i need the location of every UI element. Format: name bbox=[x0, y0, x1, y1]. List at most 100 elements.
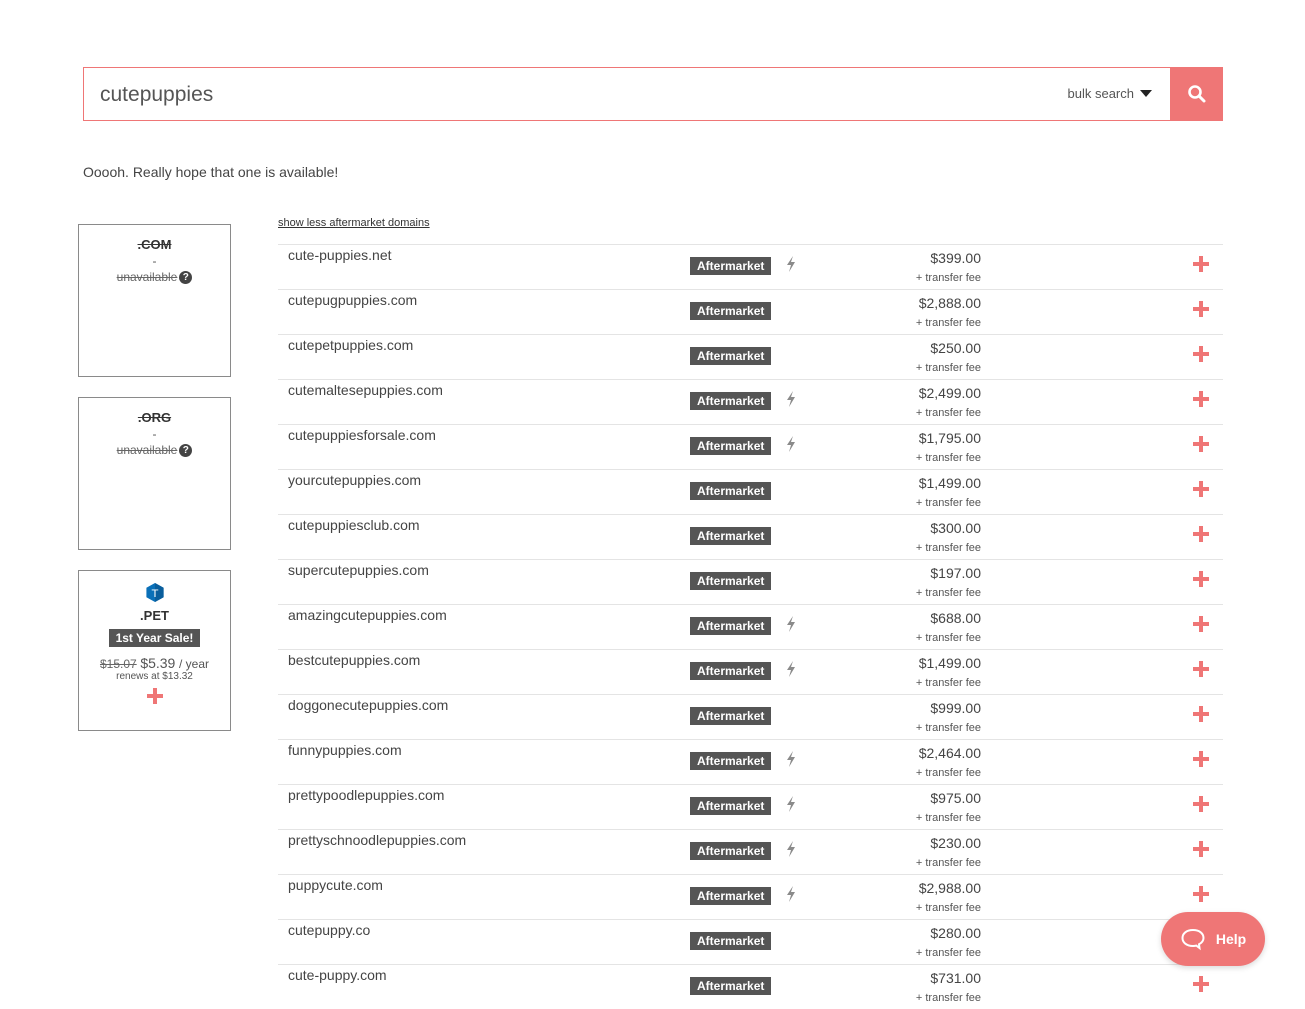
domain-name[interactable]: cutepugpuppies.com bbox=[288, 292, 417, 308]
domain-result-row: prettyschnoodlepuppies.com Aftermarket $23… bbox=[278, 829, 1223, 874]
tld-price: $15.07 $5.39 / year bbox=[79, 655, 230, 671]
domain-name[interactable]: amazingcutepuppies.com bbox=[288, 607, 447, 623]
transfer-fee-note: + transfer fee bbox=[915, 632, 981, 644]
transfer-fee-note: + transfer fee bbox=[915, 497, 981, 509]
aftermarket-badge: Aftermarket bbox=[690, 392, 772, 410]
results-list: cute-puppies.net Aftermarket $399.00 + tran… bbox=[278, 244, 1223, 1009]
search-button[interactable] bbox=[1171, 67, 1223, 121]
domain-result-row: cute-puppy.com Aftermarket $731.00 + transf… bbox=[278, 964, 1223, 1009]
domain-name[interactable]: prettyschnoodlepuppies.com bbox=[288, 832, 466, 848]
domain-result-row: cutemaltesepuppies.com Aftermarket $2,499.… bbox=[278, 379, 1223, 424]
domain-result-row: cutepuppy.co Aftermarket $280.00 + transfer… bbox=[278, 919, 1223, 964]
add-to-cart-plus-icon[interactable] bbox=[1193, 796, 1209, 812]
tld-status-text: unavailable bbox=[116, 270, 178, 284]
aftermarket-badge: Aftermarket bbox=[690, 932, 772, 950]
question-circle-icon[interactable]: ? bbox=[179, 270, 193, 284]
aftermarket-badge: Aftermarket bbox=[690, 527, 772, 545]
help-label: Help bbox=[1215, 931, 1247, 947]
transfer-fee-note: + transfer fee bbox=[915, 272, 981, 284]
add-to-cart-plus-icon[interactable] bbox=[1193, 976, 1209, 992]
tld-price: - bbox=[152, 254, 157, 268]
add-to-cart-plus-icon[interactable] bbox=[1193, 301, 1209, 317]
domain-price: $1,499.00 bbox=[918, 655, 981, 671]
aftermarket-badge: Aftermarket bbox=[690, 797, 772, 815]
domain-result-row: yourcutepuppies.com Aftermarket $1,499.00 +… bbox=[278, 469, 1223, 514]
transfer-fee-note: + transfer fee bbox=[915, 767, 981, 779]
tld-card-pet: T .PET 1st Year Sale! $15.07 $5.39 / yea… bbox=[78, 570, 231, 731]
sale-badge: 1st Year Sale! bbox=[108, 629, 201, 647]
lightning-bolt-icon bbox=[787, 391, 795, 407]
price-period: / year bbox=[178, 657, 209, 671]
domain-name[interactable]: cute-puppy.com bbox=[288, 967, 387, 983]
domain-price: $2,988.00 bbox=[918, 880, 981, 896]
add-to-cart-plus-icon[interactable] bbox=[1193, 661, 1209, 677]
lightning-bolt-icon bbox=[787, 436, 795, 452]
tld-price: - bbox=[152, 427, 157, 441]
tld-card-com: .COM - unavailable ? bbox=[78, 224, 231, 377]
domain-price: $688.00 bbox=[930, 610, 981, 626]
transfer-fee-note: + transfer fee bbox=[915, 317, 981, 329]
tld-status-text: unavailable bbox=[116, 443, 178, 457]
add-to-cart-plus-icon[interactable] bbox=[1193, 706, 1209, 722]
transfer-fee-note: + transfer fee bbox=[915, 362, 981, 374]
domain-name[interactable]: prettypoodlepuppies.com bbox=[288, 787, 444, 803]
domain-name[interactable]: funnypuppies.com bbox=[288, 742, 402, 758]
svg-text:T: T bbox=[151, 588, 158, 600]
lightning-bolt-icon bbox=[787, 256, 795, 272]
domain-name[interactable]: bestcutepuppies.com bbox=[288, 652, 420, 668]
transfer-fee-note: + transfer fee bbox=[915, 407, 981, 419]
transfer-fee-note: + transfer fee bbox=[915, 452, 981, 464]
add-to-cart-plus-icon[interactable] bbox=[1193, 886, 1209, 902]
domain-name[interactable]: cutemaltesepuppies.com bbox=[288, 382, 443, 398]
domain-price: $280.00 bbox=[930, 925, 981, 941]
pet-logo: T bbox=[79, 582, 230, 608]
add-to-cart-plus-icon[interactable] bbox=[146, 688, 163, 704]
domain-price: $975.00 bbox=[930, 790, 981, 806]
aftermarket-badge: Aftermarket bbox=[690, 707, 772, 725]
domain-name[interactable]: cute-puppies.net bbox=[288, 247, 392, 263]
domain-name[interactable]: doggonecutepuppies.com bbox=[288, 697, 448, 713]
add-to-cart-plus-icon[interactable] bbox=[1193, 436, 1209, 452]
tld-name: .PET bbox=[140, 608, 169, 623]
add-to-cart-plus-icon[interactable] bbox=[1193, 751, 1209, 767]
tld-status: unavailable ? bbox=[79, 270, 230, 284]
domain-result-row: amazingcutepuppies.com Aftermarket $688.00… bbox=[278, 604, 1223, 649]
domain-name[interactable]: supercutepuppies.com bbox=[288, 562, 429, 578]
add-to-cart-plus-icon[interactable] bbox=[1193, 391, 1209, 407]
search-input[interactable] bbox=[100, 81, 1000, 109]
domain-price: $399.00 bbox=[930, 250, 981, 266]
domain-name[interactable]: yourcutepuppies.com bbox=[288, 472, 421, 488]
bulk-search-label: bulk search bbox=[1067, 86, 1134, 101]
add-to-cart-plus-icon[interactable] bbox=[1193, 256, 1209, 272]
tld-name: .ORG bbox=[137, 410, 172, 425]
add-to-cart-plus-icon[interactable] bbox=[1193, 526, 1209, 542]
domain-result-row: supercutepuppies.com Aftermarket $197.00 + … bbox=[278, 559, 1223, 604]
bulk-search-dropdown[interactable]: bulk search bbox=[1068, 86, 1152, 101]
add-to-cart-plus-icon[interactable] bbox=[1193, 481, 1209, 497]
lightning-bolt-icon bbox=[787, 796, 795, 812]
question-circle-icon[interactable]: ? bbox=[179, 443, 193, 457]
domain-name[interactable]: puppycute.com bbox=[288, 877, 383, 893]
show-less-aftermarket-link[interactable]: show less aftermarket domains bbox=[278, 217, 430, 229]
aftermarket-badge: Aftermarket bbox=[690, 257, 772, 275]
transfer-fee-note: + transfer fee bbox=[915, 677, 981, 689]
domain-name[interactable]: cutepuppy.co bbox=[288, 922, 370, 938]
add-to-cart-plus-icon[interactable] bbox=[1193, 841, 1209, 857]
aftermarket-badge: Aftermarket bbox=[690, 977, 772, 995]
domain-result-row: puppycute.com Aftermarket $2,988.00 + trans… bbox=[278, 874, 1223, 919]
domain-name[interactable]: cutepuppiesforsale.com bbox=[288, 427, 436, 443]
domain-price: $250.00 bbox=[930, 340, 981, 356]
help-button[interactable]: Help bbox=[1161, 912, 1265, 966]
add-to-cart-plus-icon[interactable] bbox=[1193, 616, 1209, 632]
domain-result-row: cutepetpuppies.com Aftermarket $250.00 + tr… bbox=[278, 334, 1223, 379]
domain-name[interactable]: cutepuppiesclub.com bbox=[288, 517, 420, 533]
domain-price: $1,795.00 bbox=[918, 430, 981, 446]
chat-bubble-icon bbox=[1181, 928, 1205, 951]
pet-registry-hexagon-icon: T bbox=[145, 582, 164, 603]
add-to-cart-plus-icon[interactable] bbox=[1193, 346, 1209, 362]
aftermarket-badge: Aftermarket bbox=[690, 662, 772, 680]
domain-name[interactable]: cutepetpuppies.com bbox=[288, 337, 413, 353]
domain-price: $230.00 bbox=[930, 835, 981, 851]
aftermarket-badge: Aftermarket bbox=[690, 752, 772, 770]
add-to-cart-plus-icon[interactable] bbox=[1193, 571, 1209, 587]
